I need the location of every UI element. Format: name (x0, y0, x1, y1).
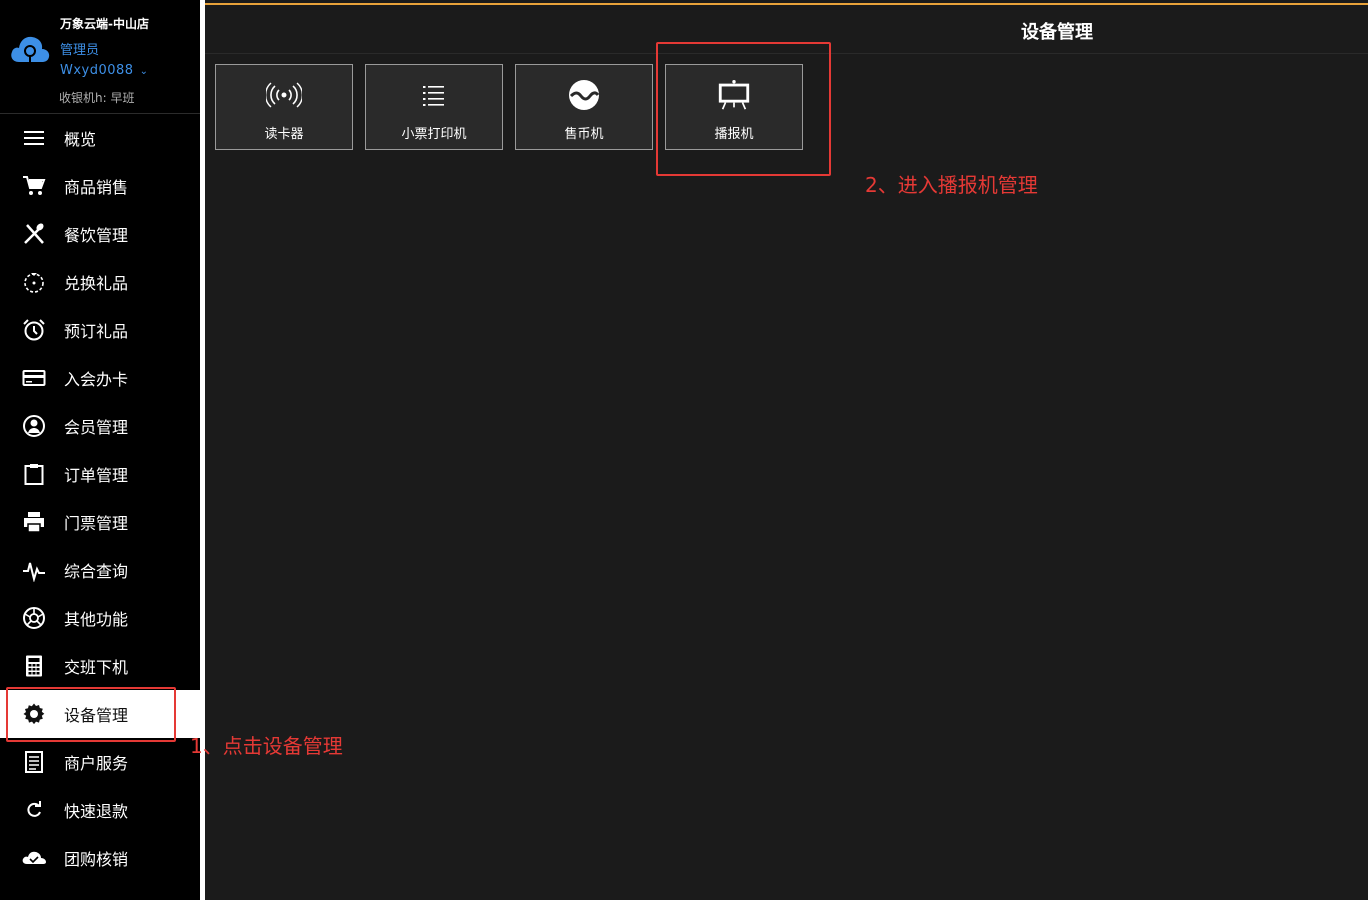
sidebar-item-product-sales[interactable]: 商品销售 (0, 162, 200, 210)
user-role: 管理员 (60, 43, 100, 58)
sidebar-item-label: 交班下机 (64, 658, 129, 677)
card-icon (21, 365, 47, 391)
annotation-box-device-management (6, 687, 176, 742)
page-title: 设备管理 (1021, 22, 1093, 43)
brand-header: 万象云端-中山店 管理员 Wxyd0088 ⌄ 收银机h: 早班 (0, 0, 200, 114)
coin-wave-icon (566, 79, 602, 111)
username-label: Wxyd0088 (60, 63, 134, 78)
sidebar: 万象云端-中山店 管理员 Wxyd0088 ⌄ 收银机h: 早班 概览 商品销售 … (0, 0, 200, 900)
utensils-icon (21, 221, 47, 247)
refresh-icon (21, 797, 47, 823)
sidebar-item-ticket-management[interactable]: 门票管理 (0, 498, 200, 546)
user-circle-icon (21, 413, 47, 439)
sidebar-item-label: 订单管理 (64, 466, 129, 485)
cloud-icon (21, 845, 47, 871)
annotation-box-announcer (656, 42, 831, 176)
sidebar-item-label: 快速退款 (64, 802, 129, 821)
sidebar-item-gift-exchange[interactable]: 兑换礼品 (0, 258, 200, 306)
device-label: 读卡器 (264, 127, 304, 142)
sidebar-item-merchant-service[interactable]: 商户服务 (0, 738, 200, 786)
sidebar-item-label: 餐饮管理 (64, 226, 129, 245)
cloud-logo-icon (11, 36, 50, 63)
sidebar-item-shift-handover[interactable]: 交班下机 (0, 642, 200, 690)
alarm-clock-icon (21, 317, 47, 343)
sidebar-item-label: 兑换礼品 (64, 274, 129, 293)
sidebar-item-label: 综合查询 (64, 562, 129, 581)
sidebar-nav: 概览 商品销售 餐饮管理 兑换礼品 预订礼品 入会办卡 会员管理 订单管理 门票… (0, 114, 200, 882)
calculator-icon (21, 653, 47, 679)
aperture-icon (21, 605, 47, 631)
sidebar-item-label: 团购核销 (64, 850, 129, 869)
sidebar-item-label: 其他功能 (64, 610, 129, 629)
sidebar-item-label: 门票管理 (64, 514, 129, 533)
device-label: 小票打印机 (401, 127, 467, 142)
sidebar-item-quick-refund[interactable]: 快速退款 (0, 786, 200, 834)
list-icon (416, 79, 452, 111)
printer-icon (21, 509, 47, 535)
sidebar-item-overview[interactable]: 概览 (0, 114, 200, 162)
wireless-signal-icon (266, 79, 302, 111)
gift-exchange-icon (21, 269, 47, 295)
sidebar-item-other-functions[interactable]: 其他功能 (0, 594, 200, 642)
sidebar-item-label: 入会办卡 (64, 370, 129, 389)
clipboard-icon (21, 461, 47, 487)
shift-label: 收银机h: 早班 (59, 91, 135, 105)
sidebar-item-order-management[interactable]: 订单管理 (0, 450, 200, 498)
annotation-step2: 2、进入播报机管理 (865, 173, 1038, 197)
document-icon (21, 749, 47, 775)
sidebar-item-label: 商户服务 (64, 754, 129, 773)
sidebar-item-group-buy-verification[interactable]: 团购核销 (0, 834, 200, 882)
sidebar-item-gift-reservation[interactable]: 预订礼品 (0, 306, 200, 354)
sidebar-item-label: 会员管理 (64, 418, 129, 437)
device-card-receipt-printer[interactable]: 小票打印机 (365, 64, 503, 150)
store-name: 万象云端-中山店 (60, 17, 149, 31)
sidebar-item-comprehensive-query[interactable]: 综合查询 (0, 546, 200, 594)
device-card-card-reader[interactable]: 读卡器 (215, 64, 353, 150)
username-dropdown[interactable]: Wxyd0088 ⌄ (60, 63, 148, 78)
sidebar-item-label: 预订礼品 (64, 322, 129, 341)
device-card-coin-dispenser[interactable]: 售币机 (515, 64, 653, 150)
device-label: 售币机 (564, 127, 604, 142)
sidebar-item-membership-card[interactable]: 入会办卡 (0, 354, 200, 402)
sidebar-item-catering[interactable]: 餐饮管理 (0, 210, 200, 258)
sidebar-item-member-management[interactable]: 会员管理 (0, 402, 200, 450)
sidebar-item-label: 概览 (64, 130, 97, 149)
sidebar-item-label: 商品销售 (64, 178, 129, 197)
cart-icon (21, 173, 47, 199)
chevron-down-icon: ⌄ (139, 66, 149, 77)
menu-icon (21, 125, 47, 151)
annotation-step1: 1、点击设备管理 (190, 734, 343, 758)
pulse-icon (21, 557, 47, 583)
